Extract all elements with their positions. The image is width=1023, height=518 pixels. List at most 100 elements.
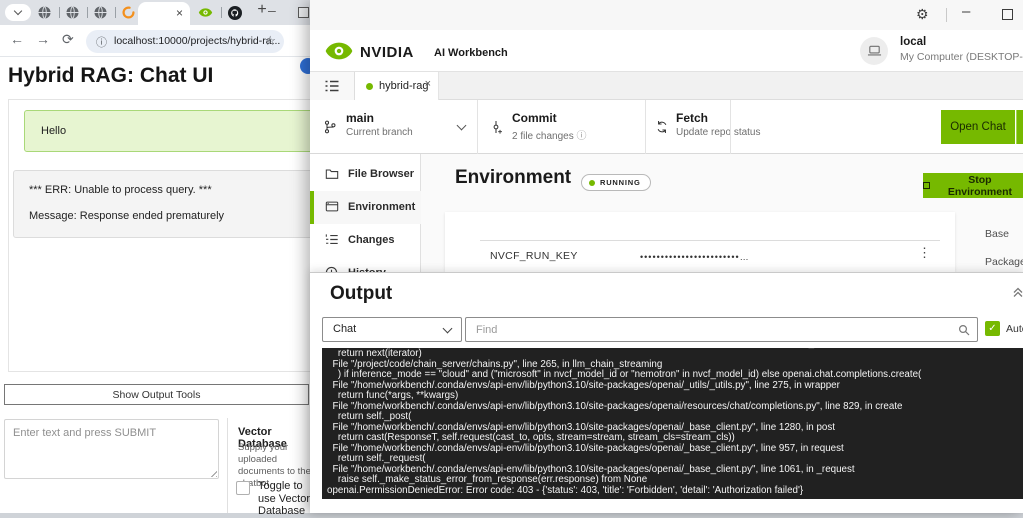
page-title: Hybrid RAG: Chat UI xyxy=(8,64,214,87)
search-icon xyxy=(958,324,970,336)
workbench-body: File Browser Environment Changes History… xyxy=(310,154,1023,279)
show-output-tools-button[interactable]: Show Output Tools xyxy=(4,384,309,405)
traceback-log: File "/home/workbench/.conda/envs/api-en… xyxy=(327,348,922,496)
error-message-line2: Message: Response ended prematurely xyxy=(29,210,225,222)
right-nav-base[interactable]: Base xyxy=(985,228,1009,240)
globe-favicon[interactable] xyxy=(38,6,51,19)
output-terminal[interactable]: File "/home/workbench/.conda/envs/api-en… xyxy=(322,348,1023,499)
titlebar-divider xyxy=(946,8,947,22)
output-source-select[interactable]: Chat xyxy=(322,317,462,342)
browser-tab-strip: × + – xyxy=(0,0,320,25)
address-bar[interactable]: ⓘ localhost:10000/projects/hybrid-ra... … xyxy=(86,30,284,53)
back-icon[interactable]: ← xyxy=(10,31,24,47)
tab-separator xyxy=(221,7,222,18)
url-text: localhost:10000/projects/hybrid-ra... xyxy=(114,35,281,47)
workbench-maximize-button[interactable] xyxy=(1002,9,1013,20)
browser-minimize-button[interactable]: – xyxy=(268,2,276,18)
nvidia-logo-icon xyxy=(325,42,353,60)
running-dot-icon xyxy=(366,83,373,90)
environment-main: Environment RUNNING Stop Environment NVC… xyxy=(421,154,1023,272)
close-project-tab-icon[interactable]: × xyxy=(425,78,431,90)
git-toolbar: main Current branch Commit 2 file change… xyxy=(310,100,1023,154)
reload-icon[interactable]: ⟳ xyxy=(62,31,74,48)
chevron-down-icon[interactable] xyxy=(456,120,467,131)
nvidia-favicon[interactable] xyxy=(198,6,213,19)
site-info-icon[interactable]: ⓘ xyxy=(96,34,107,50)
active-browser-tab[interactable]: × xyxy=(138,2,190,25)
env-var-value: ••••••••••••••••••••••••… xyxy=(640,252,750,262)
panel-divider xyxy=(227,418,228,513)
branch-name: main xyxy=(346,111,375,125)
open-chat-dropdown-button[interactable] xyxy=(1016,110,1023,144)
environment-title: Environment xyxy=(455,167,572,188)
loading-ring-favicon[interactable] xyxy=(122,6,135,19)
project-sidebar: File Browser Environment Changes History xyxy=(310,154,421,279)
find-input[interactable] xyxy=(466,318,956,341)
github-favicon[interactable] xyxy=(228,6,242,20)
project-list-button[interactable] xyxy=(310,72,355,100)
tab-separator xyxy=(59,7,60,18)
list-icon xyxy=(325,80,339,92)
location-detail: My Computer (DESKTOP-M4FDPR. xyxy=(900,51,1023,63)
vector-database-checkbox[interactable] xyxy=(236,481,250,495)
stop-icon xyxy=(923,182,930,189)
changes-list-icon xyxy=(325,234,338,245)
workbench-minimize-button[interactable]: – xyxy=(962,3,970,20)
fetch-subtitle: Update repo status xyxy=(676,127,761,138)
right-nav-packages[interactable]: Packages xyxy=(985,256,1023,268)
workbench-app-header: NVIDIA AI Workbench local My Computer (D… xyxy=(310,30,1023,72)
tab-separator xyxy=(87,7,88,18)
bookmark-star-icon[interactable]: ☆ xyxy=(264,33,276,49)
git-commit-icon xyxy=(493,121,502,134)
globe-favicon[interactable] xyxy=(66,6,79,19)
error-message-bubble: *** ERR: Unable to process query. *** Me… xyxy=(13,170,320,238)
location-button[interactable] xyxy=(860,37,888,65)
branch-subtitle: Current branch xyxy=(346,127,413,138)
env-variables-card: NVCF_RUN_KEY ••••••••••••••••••••••••… ⋮ xyxy=(445,212,955,272)
stop-environment-button[interactable]: Stop Environment xyxy=(923,173,1023,198)
folder-icon xyxy=(325,169,339,179)
globe-favicon[interactable] xyxy=(94,6,107,19)
autoscroll-checkbox[interactable]: ✓ xyxy=(985,321,1000,336)
location-name: local xyxy=(900,36,927,48)
expand-panel-icon[interactable] xyxy=(1013,287,1023,297)
status-dot-icon xyxy=(589,179,595,186)
open-chat-button[interactable]: Open Chat xyxy=(941,110,1015,144)
browser-toolbar: ← → ⟳ ⓘ localhost:10000/projects/hybrid-… xyxy=(0,25,320,74)
sidebar-item-file-browser[interactable]: File Browser xyxy=(310,158,421,191)
git-branch-icon xyxy=(324,120,336,134)
info-icon: ⓘ xyxy=(576,131,587,142)
tab-separator xyxy=(115,7,116,18)
tab-hybrid-rag[interactable]: hybrid-rag × xyxy=(355,72,439,100)
window-icon xyxy=(325,201,339,212)
active-indicator xyxy=(310,191,314,224)
workbench-window: ⚙ – NVIDIA AI Workbench local My Compute… xyxy=(310,0,1023,513)
chevron-down-icon xyxy=(442,323,453,334)
user-message-text: Hello xyxy=(41,125,67,137)
fetch-refresh-icon xyxy=(657,121,667,133)
commit-subtitle: 2 file changes ⓘ xyxy=(512,131,587,142)
workbench-titlebar: ⚙ – xyxy=(310,0,1023,30)
sidebar-item-environment[interactable]: Environment xyxy=(310,191,421,224)
error-message-line1: *** ERR: Unable to process query. *** xyxy=(29,184,212,196)
find-field xyxy=(465,317,978,342)
settings-gear-icon[interactable]: ⚙ xyxy=(916,6,929,23)
sidebar-item-changes[interactable]: Changes xyxy=(310,224,421,257)
env-var-name: NVCF_RUN_KEY xyxy=(490,250,578,262)
browser-window: × + – ← → ⟳ ⓘ localhost:10000/projects/h… xyxy=(0,0,320,517)
app-name: AI Workbench xyxy=(434,47,508,59)
chevron-down-icon xyxy=(13,6,23,16)
project-tab-strip: hybrid-rag × xyxy=(310,72,1023,100)
user-message-bubble: Hello xyxy=(24,110,320,152)
kebab-menu-icon[interactable]: ⋮ xyxy=(918,245,931,261)
nvidia-wordmark: NVIDIA xyxy=(360,44,414,61)
chat-text-input[interactable] xyxy=(4,419,219,479)
autoscroll-label: Auto xyxy=(1006,323,1023,335)
output-title: Output xyxy=(330,283,393,304)
laptop-icon xyxy=(867,45,881,56)
forward-icon[interactable]: → xyxy=(36,31,50,47)
browser-maximize-button[interactable] xyxy=(298,7,309,18)
output-panel: Output Chat ✓ Auto File "/home/workbench… xyxy=(310,272,1023,513)
tab-search-button[interactable] xyxy=(5,4,31,21)
close-tab-icon[interactable]: × xyxy=(176,5,183,21)
